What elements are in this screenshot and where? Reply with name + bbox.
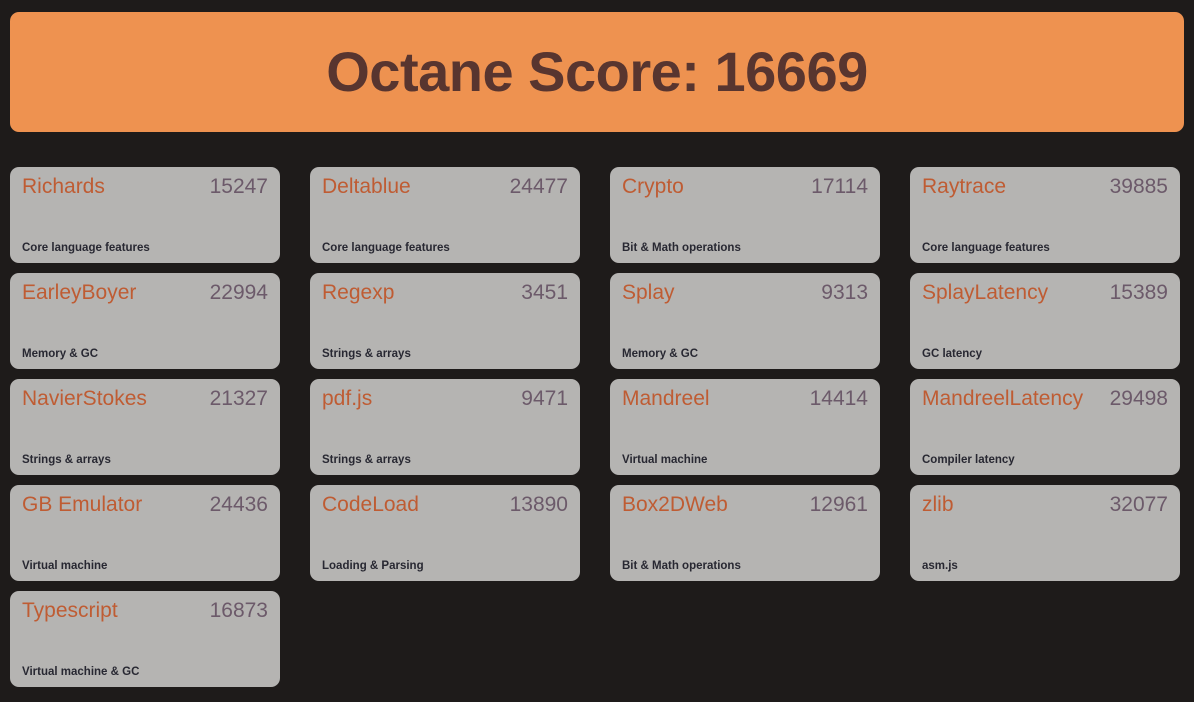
benchmark-name: SplayLatency bbox=[922, 281, 1049, 304]
benchmark-name: GB Emulator bbox=[22, 493, 143, 516]
benchmark-card: Splay 9313 Memory & GC bbox=[610, 273, 880, 369]
benchmark-card-header: MandreelLatency 29498 bbox=[922, 387, 1168, 411]
benchmark-score: 13890 bbox=[509, 493, 568, 516]
benchmark-name: zlib bbox=[922, 493, 954, 516]
benchmark-card-header: GB Emulator 24436 bbox=[22, 493, 268, 517]
benchmark-card-header: pdf.js 9471 bbox=[322, 387, 568, 411]
benchmark-card-header: Crypto 17114 bbox=[622, 175, 868, 199]
benchmark-score: 12961 bbox=[809, 493, 868, 516]
benchmark-category: Memory & GC bbox=[622, 348, 699, 361]
benchmark-score: 39885 bbox=[1109, 175, 1168, 198]
benchmark-card: NavierStokes 21327 Strings & arrays bbox=[10, 379, 280, 475]
benchmark-category: asm.js bbox=[922, 560, 958, 573]
benchmark-card-header: zlib 32077 bbox=[922, 493, 1168, 517]
benchmark-name: Box2DWeb bbox=[622, 493, 728, 516]
benchmark-card: Typescript 16873 Virtual machine & GC bbox=[10, 591, 280, 687]
benchmark-category: Strings & arrays bbox=[322, 348, 411, 361]
octane-score-text: Octane Score: 16669 bbox=[326, 40, 868, 103]
benchmark-score: 21327 bbox=[209, 387, 268, 410]
benchmark-name: Deltablue bbox=[322, 175, 411, 198]
benchmark-card: Deltablue 24477 Core language features bbox=[310, 167, 580, 263]
benchmark-score: 15247 bbox=[209, 175, 268, 198]
benchmark-category: Compiler latency bbox=[922, 454, 1015, 467]
benchmark-name: NavierStokes bbox=[22, 387, 147, 410]
benchmark-category: Strings & arrays bbox=[22, 454, 111, 467]
benchmark-card: pdf.js 9471 Strings & arrays bbox=[310, 379, 580, 475]
benchmark-card-header: Raytrace 39885 bbox=[922, 175, 1168, 199]
benchmark-category: Bit & Math operations bbox=[622, 242, 741, 255]
benchmark-name: Regexp bbox=[322, 281, 395, 304]
benchmark-name: pdf.js bbox=[322, 387, 373, 410]
benchmark-name: Typescript bbox=[22, 599, 118, 622]
benchmark-score: 9313 bbox=[821, 281, 868, 304]
benchmark-card-header: Mandreel 14414 bbox=[622, 387, 868, 411]
benchmark-card: CodeLoad 13890 Loading & Parsing bbox=[310, 485, 580, 581]
benchmark-name: CodeLoad bbox=[322, 493, 419, 516]
benchmark-card: Mandreel 14414 Virtual machine bbox=[610, 379, 880, 475]
benchmark-card-header: EarleyBoyer 22994 bbox=[22, 281, 268, 305]
benchmark-score: 32077 bbox=[1109, 493, 1168, 516]
benchmark-card-header: Richards 15247 bbox=[22, 175, 268, 199]
benchmark-score: 24477 bbox=[509, 175, 568, 198]
benchmark-name: Splay bbox=[622, 281, 675, 304]
benchmark-score: 15389 bbox=[1109, 281, 1168, 304]
benchmark-score: 24436 bbox=[209, 493, 268, 516]
benchmark-score: 16873 bbox=[209, 599, 268, 622]
benchmark-name: Crypto bbox=[622, 175, 684, 198]
benchmark-score: 29498 bbox=[1109, 387, 1168, 410]
benchmark-card: GB Emulator 24436 Virtual machine bbox=[10, 485, 280, 581]
benchmark-name: Raytrace bbox=[922, 175, 1007, 198]
benchmark-card-header: Regexp 3451 bbox=[322, 281, 568, 305]
benchmark-name: MandreelLatency bbox=[922, 387, 1084, 410]
benchmark-name: Mandreel bbox=[622, 387, 710, 410]
benchmark-category: Strings & arrays bbox=[322, 454, 411, 467]
benchmark-category: Virtual machine & GC bbox=[22, 666, 140, 679]
benchmark-category: Core language features bbox=[322, 242, 450, 255]
benchmark-name: EarleyBoyer bbox=[22, 281, 137, 304]
benchmark-score: 14414 bbox=[809, 387, 868, 410]
benchmark-category: Loading & Parsing bbox=[322, 560, 424, 573]
benchmark-score: 17114 bbox=[811, 175, 868, 198]
benchmark-card: Regexp 3451 Strings & arrays bbox=[310, 273, 580, 369]
benchmark-score: 22994 bbox=[209, 281, 268, 304]
benchmark-score: 9471 bbox=[521, 387, 568, 410]
benchmark-card-header: Box2DWeb 12961 bbox=[622, 493, 868, 517]
benchmark-category: Bit & Math operations bbox=[622, 560, 741, 573]
benchmark-category: Core language features bbox=[922, 242, 1050, 255]
benchmark-category: Memory & GC bbox=[22, 348, 99, 361]
benchmark-card: EarleyBoyer 22994 Memory & GC bbox=[10, 273, 280, 369]
benchmark-name: Richards bbox=[22, 175, 105, 198]
benchmark-card: Richards 15247 Core language features bbox=[10, 167, 280, 263]
benchmark-card: zlib 32077 asm.js bbox=[910, 485, 1180, 581]
benchmark-card-header: Typescript 16873 bbox=[22, 599, 268, 623]
benchmark-score: 3451 bbox=[521, 281, 568, 304]
benchmark-card: Box2DWeb 12961 Bit & Math operations bbox=[610, 485, 880, 581]
benchmark-category: Core language features bbox=[22, 242, 150, 255]
benchmark-card: Raytrace 39885 Core language features bbox=[910, 167, 1180, 263]
octane-benchmark-page: Octane Score: 16669 Richards 15247 Core la… bbox=[0, 0, 1194, 702]
benchmark-card: Crypto 17114 Bit & Math operations bbox=[610, 167, 880, 263]
benchmark-card: SplayLatency 15389 GC latency bbox=[910, 273, 1180, 369]
benchmark-card-header: CodeLoad 13890 bbox=[322, 493, 568, 517]
benchmark-card-header: Deltablue 24477 bbox=[322, 175, 568, 199]
benchmark-category: GC latency bbox=[922, 348, 983, 361]
benchmark-card-header: Splay 9313 bbox=[622, 281, 868, 305]
benchmark-category: Virtual machine bbox=[22, 560, 108, 573]
benchmark-category: Virtual machine bbox=[622, 454, 708, 467]
octane-score-banner: Octane Score: 16669 bbox=[10, 12, 1184, 132]
benchmark-card: MandreelLatency 29498 Compiler latency bbox=[910, 379, 1180, 475]
benchmark-card-header: NavierStokes 21327 bbox=[22, 387, 268, 411]
benchmark-card-header: SplayLatency 15389 bbox=[922, 281, 1168, 305]
benchmark-grid: Richards 15247 Core language features Delta… bbox=[10, 167, 1184, 697]
